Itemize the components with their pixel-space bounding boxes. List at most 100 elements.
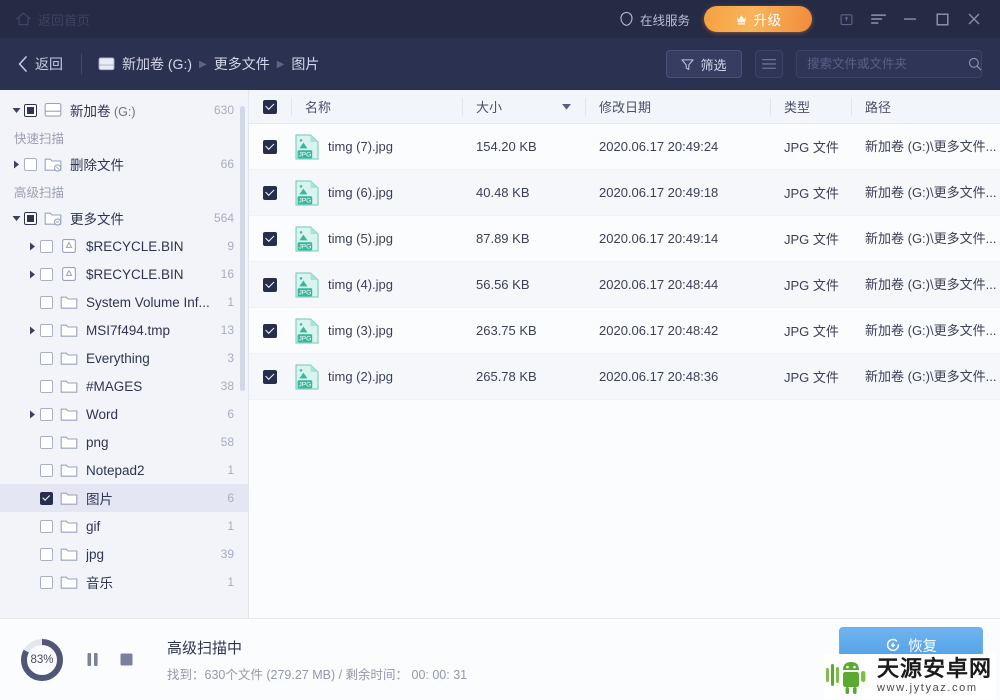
row-select-cell[interactable] [249,262,291,308]
tree-checkbox[interactable] [40,351,53,365]
row-checkbox[interactable] [263,323,277,338]
tree-caret-icon[interactable] [24,326,40,335]
stop-button[interactable] [113,647,139,673]
sidebar-item--recycle-bin[interactable]: $RECYCLE.BIN 9 [0,232,248,260]
sidebar-item-label: jpg [86,546,105,562]
sidebar-item--recycle-bin[interactable]: $RECYCLE.BIN 16 [0,260,248,288]
breadcrumb-item-drive[interactable]: 新加卷 (G:) [98,54,192,74]
table-row[interactable]: JPG timg (7).jpg 154.20 KB 2020.06.17 20:49… [249,124,1000,170]
row-select-cell[interactable] [249,124,291,170]
tree-checkbox[interactable] [40,407,53,421]
row-checkbox[interactable] [263,369,277,384]
table-row[interactable]: JPG timg (3).jpg 263.75 KB 2020.06.17 20:48… [249,308,1000,354]
tree-checkbox[interactable] [40,491,53,505]
breadcrumb: 新加卷 (G:) ▶ 更多文件 ▶ 图片 [98,54,319,74]
feedback-icon[interactable] [830,4,862,34]
breadcrumb-label-2[interactable]: 图片 [291,54,319,74]
tree-caret-icon[interactable] [24,270,40,279]
table-row[interactable]: JPG timg (5).jpg 87.89 KB 2020.06.17 20:49:… [249,216,1000,262]
sidebar-item-删除文件[interactable]: 删除文件 66 [0,150,248,178]
row-checkbox[interactable] [263,231,277,246]
table-header: 名称 大小 修改日期 类型 路径 [249,90,1000,124]
row-select-cell[interactable] [249,170,291,216]
sidebar-item-msi7f494-tmp[interactable]: MSI7f494.tmp 13 [0,316,248,344]
sidebar-item-count: 6 [227,407,234,421]
tree-checkbox[interactable] [40,323,53,337]
cell-size: 263.75 KB [476,323,537,338]
maximize-icon[interactable] [926,4,958,34]
sidebar-item-更多文件[interactable]: 更多文件 564 [0,204,248,232]
pause-button[interactable] [79,647,105,673]
tree-checkbox[interactable] [40,239,53,253]
row-select-cell[interactable] [249,216,291,262]
sidebar-item-png[interactable]: png 58 [0,428,248,456]
back-button[interactable]: 返回 [18,54,63,74]
sidebar-item-gif[interactable]: gif 1 [0,512,248,540]
tree-checkbox[interactable] [40,435,53,449]
sidebar-item-notepad2[interactable]: Notepad2 1 [0,456,248,484]
select-all-cell[interactable] [249,90,291,124]
home-button[interactable]: 返回首页 [16,10,90,29]
tree-checkbox[interactable] [24,157,37,171]
sidebar-item-count: 1 [227,519,234,533]
tree-caret-icon[interactable] [24,410,40,419]
search-input[interactable] [807,57,968,71]
tree-checkbox[interactable] [24,103,37,117]
tree-checkbox[interactable] [40,267,53,281]
sidebar-item-新加卷[interactable]: 新加卷 (G:) 630 [0,96,248,124]
tree-caret-icon[interactable] [24,242,40,251]
sidebar-item-音乐[interactable]: 音乐 1 [0,568,248,596]
tree-checkbox[interactable] [40,547,53,561]
sidebar-item-everything[interactable]: Everything 3 [0,344,248,372]
row-select-cell[interactable] [249,354,291,400]
tree-caret-icon[interactable] [8,215,24,222]
upgrade-button[interactable]: 升级 [704,6,812,32]
column-header-name[interactable]: 名称 [291,90,462,124]
minimize-icon[interactable] [894,4,926,34]
tree-checkbox[interactable] [40,379,53,393]
list-view-button[interactable] [755,50,783,78]
menu-icon[interactable] [862,4,894,34]
folder-icon [60,352,78,365]
table-row[interactable]: JPG timg (2).jpg 265.78 KB 2020.06.17 20:48… [249,354,1000,400]
jpg-file-icon: JPG [295,134,319,159]
close-icon[interactable] [958,4,990,34]
cell-size: 87.89 KB [476,231,530,246]
column-header-type[interactable]: 类型 [770,90,851,124]
upgrade-label: 升级 [753,13,782,28]
scan-progress-ring: 83% [19,637,65,683]
sidebar-item-jpg[interactable]: jpg 39 [0,540,248,568]
tree-checkbox[interactable] [24,211,37,225]
select-all-checkbox[interactable] [263,99,277,114]
folder-tree: 新加卷 (G:) 630 快速扫描 删除文件 66 高级扫描 更多文件 564 $RECYCLE… [0,90,248,596]
online-service-button[interactable]: 在线服务 [619,10,690,29]
column-header-path[interactable]: 路径 [851,90,1000,124]
row-checkbox[interactable] [263,139,277,154]
tree-checkbox[interactable] [40,519,53,533]
column-header-size[interactable]: 大小 [462,90,585,124]
more-folder-icon [44,212,62,226]
tree-caret-icon[interactable] [8,107,24,114]
row-checkbox[interactable] [263,185,277,200]
sidebar-item-word[interactable]: Word 6 [0,400,248,428]
sidebar-item-图片[interactable]: 图片 6 [0,484,248,512]
online-service-label: 在线服务 [639,13,690,28]
column-header-date[interactable]: 修改日期 [585,90,770,124]
search-box[interactable] [796,50,982,78]
tree-checkbox[interactable] [40,575,53,589]
row-checkbox[interactable] [263,277,277,292]
search-icon[interactable] [968,57,982,71]
filter-button[interactable]: 筛选 [666,50,742,78]
breadcrumb-label-1[interactable]: 更多文件 [214,54,270,74]
sidebar-item--mages[interactable]: #MAGES 38 [0,372,248,400]
table-row[interactable]: JPG timg (4).jpg 56.56 KB 2020.06.17 20:48:… [249,262,1000,308]
tree-caret-icon[interactable] [8,160,24,169]
table-row[interactable]: JPG timg (6).jpg 40.48 KB 2020.06.17 20:49:… [249,170,1000,216]
tree-checkbox[interactable] [40,463,53,477]
sort-descending-caret[interactable] [562,103,571,110]
tree-checkbox[interactable] [40,295,53,309]
sidebar-item-system-volume-inf-[interactable]: System Volume Inf... 1 [0,288,248,316]
sidebar-scrollbar[interactable] [240,106,245,391]
cell-size: 265.78 KB [476,369,537,384]
row-select-cell[interactable] [249,308,291,354]
